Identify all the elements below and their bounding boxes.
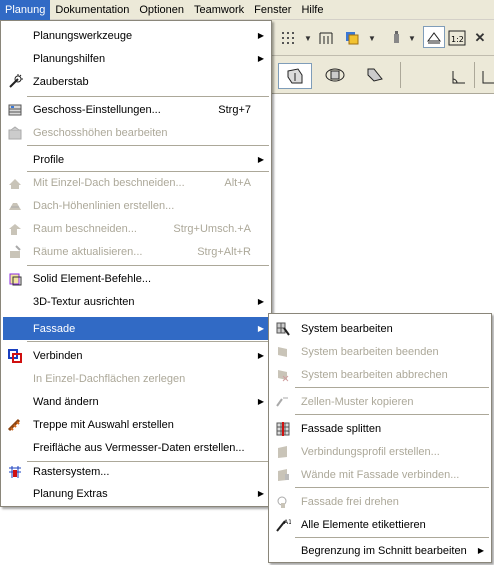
trace-icon[interactable] bbox=[423, 26, 445, 48]
layers-icon[interactable] bbox=[342, 28, 362, 48]
chevron-down-icon[interactable]: ▼ bbox=[362, 28, 382, 48]
menu-item-geschosshoehen-bearbeiten[interactable]: Geschosshöhen bearbeiten bbox=[3, 121, 269, 144]
submenu-arrow-icon: ▶ bbox=[257, 297, 264, 306]
menu-item-planungshilfen[interactable]: Planungshilfen ▶ bbox=[3, 47, 269, 70]
close-icon[interactable]: ✕ bbox=[470, 28, 490, 48]
fassade-submenu: System bearbeiten System bearbeiten been… bbox=[268, 313, 492, 563]
toolbar-divider bbox=[400, 62, 401, 88]
svg-text:1:2: 1:2 bbox=[451, 35, 464, 44]
menu-dokumentation[interactable]: Dokumentation bbox=[50, 0, 134, 20]
magic-wand-icon bbox=[5, 72, 25, 92]
menu-separator bbox=[295, 414, 489, 415]
svg-text:A1: A1 bbox=[284, 519, 291, 526]
trim-zone-icon bbox=[5, 219, 25, 239]
menu-item-geschoss-einstellungen[interactable]: Geschoss-Einstellungen... Strg+7 bbox=[3, 98, 269, 121]
menu-item-planungswerkzeuge[interactable]: Planungswerkzeuge ▶ bbox=[3, 24, 269, 47]
menu-item-3d-textur-ausrichten[interactable]: 3D-Textur ausrichten ▶ bbox=[3, 290, 269, 313]
menu-item-treppe-erstellen[interactable]: Treppe mit Auswahl erstellen bbox=[3, 413, 269, 436]
menu-item-solid-element-befehle[interactable]: Solid Element-Befehle... bbox=[3, 267, 269, 290]
menu-item-fassade[interactable]: Fassade ▶ bbox=[3, 317, 269, 340]
chevron-down-icon[interactable]: ▼ bbox=[298, 28, 318, 48]
menu-item-raum-beschneiden[interactable]: Raum beschneiden... Strg+Umsch.+A bbox=[3, 217, 269, 240]
roof-contour-icon bbox=[5, 196, 25, 216]
chevron-down-icon[interactable]: ▼ bbox=[402, 28, 422, 48]
submenu-arrow-icon: ▶ bbox=[257, 397, 264, 406]
submenu-item-begrenzung-schnitt[interactable]: Begrenzung im Schnitt bearbeiten ▶ bbox=[271, 539, 489, 562]
trim-roof-icon bbox=[5, 173, 25, 193]
submenu-arrow-icon: ▶ bbox=[257, 324, 264, 333]
submenu-arrow-icon: ▶ bbox=[257, 489, 264, 498]
end-edit-icon bbox=[273, 342, 293, 362]
submenu-item-bearbeiten-beenden[interactable]: System bearbeiten beenden bbox=[271, 340, 489, 363]
update-zones-icon bbox=[5, 242, 25, 262]
split-curtain-wall-icon bbox=[273, 419, 293, 439]
grid-snap-icon[interactable] bbox=[278, 28, 298, 48]
menu-planung[interactable]: Planung bbox=[0, 0, 51, 20]
story-heights-icon bbox=[5, 123, 25, 143]
scale-icon[interactable]: 1:2 bbox=[447, 28, 467, 48]
menu-bar: Planung Dokumentation Optionen Teamwork … bbox=[0, 0, 494, 20]
submenu-item-fassade-splitten[interactable]: Fassade splitten bbox=[271, 417, 489, 440]
menu-hilfe[interactable]: Hilfe bbox=[296, 0, 328, 20]
menu-item-einzel-dach-beschneiden[interactable]: Mit Einzel-Dach beschneiden... Alt+A bbox=[3, 171, 269, 194]
submenu-arrow-icon: ▶ bbox=[257, 351, 264, 360]
submenu-item-verbindungsprofil[interactable]: Verbindungsprofil erstellen... bbox=[271, 440, 489, 463]
menu-item-raeume-aktualisieren[interactable]: Räume aktualisieren... Strg+Alt+R bbox=[3, 240, 269, 263]
rotate-icon bbox=[273, 492, 293, 512]
menu-item-rastersystem[interactable]: Rastersystem... bbox=[3, 460, 269, 483]
menu-separator bbox=[27, 265, 269, 266]
submenu-item-frei-drehen[interactable]: Fassade frei drehen bbox=[271, 490, 489, 513]
submenu-arrow-icon: ▶ bbox=[257, 31, 264, 40]
menu-item-dach-hoehenlinien[interactable]: Dach-Höhenlinien erstellen... bbox=[3, 194, 269, 217]
menu-item-verbinden[interactable]: Verbinden ▶ bbox=[3, 344, 269, 367]
submenu-item-alle-etikettieren[interactable]: A1 Alle Elemente etikettieren bbox=[271, 513, 489, 536]
submenu-item-zellen-muster-kopieren[interactable]: Zellen-Muster kopieren bbox=[271, 390, 489, 413]
submenu-item-waende-verbinden[interactable]: Wände mit Fassade verbinden... bbox=[271, 463, 489, 486]
connect-walls-icon bbox=[273, 465, 293, 485]
menu-separator bbox=[295, 537, 489, 538]
submenu-item-system-bearbeiten[interactable]: System bearbeiten bbox=[271, 317, 489, 340]
copy-pattern-icon bbox=[273, 392, 293, 412]
connect-icon bbox=[5, 346, 25, 366]
dimension-icon[interactable] bbox=[316, 28, 336, 48]
menu-fenster[interactable]: Fenster bbox=[249, 0, 296, 20]
angle-icon[interactable] bbox=[448, 67, 468, 87]
stair-icon bbox=[5, 415, 25, 435]
connection-profile-icon bbox=[273, 442, 293, 462]
menu-optionen[interactable]: Optionen bbox=[134, 0, 189, 20]
menu-separator bbox=[295, 487, 489, 488]
label-all-icon: A1 bbox=[273, 515, 293, 535]
submenu-arrow-icon: ▶ bbox=[477, 546, 484, 555]
submenu-arrow-icon: ▶ bbox=[257, 54, 264, 63]
story-settings-icon bbox=[5, 100, 25, 120]
menu-separator bbox=[295, 387, 489, 388]
edit-system-icon bbox=[273, 319, 293, 339]
menu-teamwork[interactable]: Teamwork bbox=[189, 0, 249, 20]
cancel-edit-icon bbox=[273, 365, 293, 385]
menu-separator bbox=[27, 145, 269, 146]
planung-menu: Planungswerkzeuge ▶ Planungshilfen ▶ Zau… bbox=[0, 20, 272, 507]
toolbar-divider bbox=[474, 62, 475, 88]
solid-element-icon bbox=[5, 269, 25, 289]
curtain-wall-tool-icon[interactable] bbox=[278, 63, 312, 89]
menu-item-profile[interactable]: Profile ▶ bbox=[3, 148, 269, 171]
menu-separator bbox=[27, 96, 269, 97]
menu-item-zauberstab[interactable]: Zauberstab bbox=[3, 70, 269, 93]
menu-item-freiflaeche-erstellen[interactable]: Freifläche aus Vermesser-Daten erstellen… bbox=[3, 436, 269, 459]
menu-item-wand-aendern[interactable]: Wand ändern ▶ bbox=[3, 390, 269, 413]
menu-separator bbox=[27, 341, 269, 342]
grid-system-icon bbox=[5, 462, 25, 482]
angle-icon[interactable] bbox=[478, 67, 494, 87]
frame-tool-icon[interactable] bbox=[362, 65, 388, 85]
menu-item-einzel-dachflaechen-zerlegen[interactable]: In Einzel-Dachflächen zerlegen bbox=[3, 367, 269, 390]
submenu-item-bearbeiten-abbrechen[interactable]: System bearbeiten abbrechen bbox=[271, 363, 489, 386]
submenu-arrow-icon: ▶ bbox=[257, 155, 264, 164]
menu-item-planung-extras[interactable]: Planung Extras ▶ bbox=[3, 482, 269, 505]
rotate-tool-icon[interactable] bbox=[322, 65, 348, 85]
